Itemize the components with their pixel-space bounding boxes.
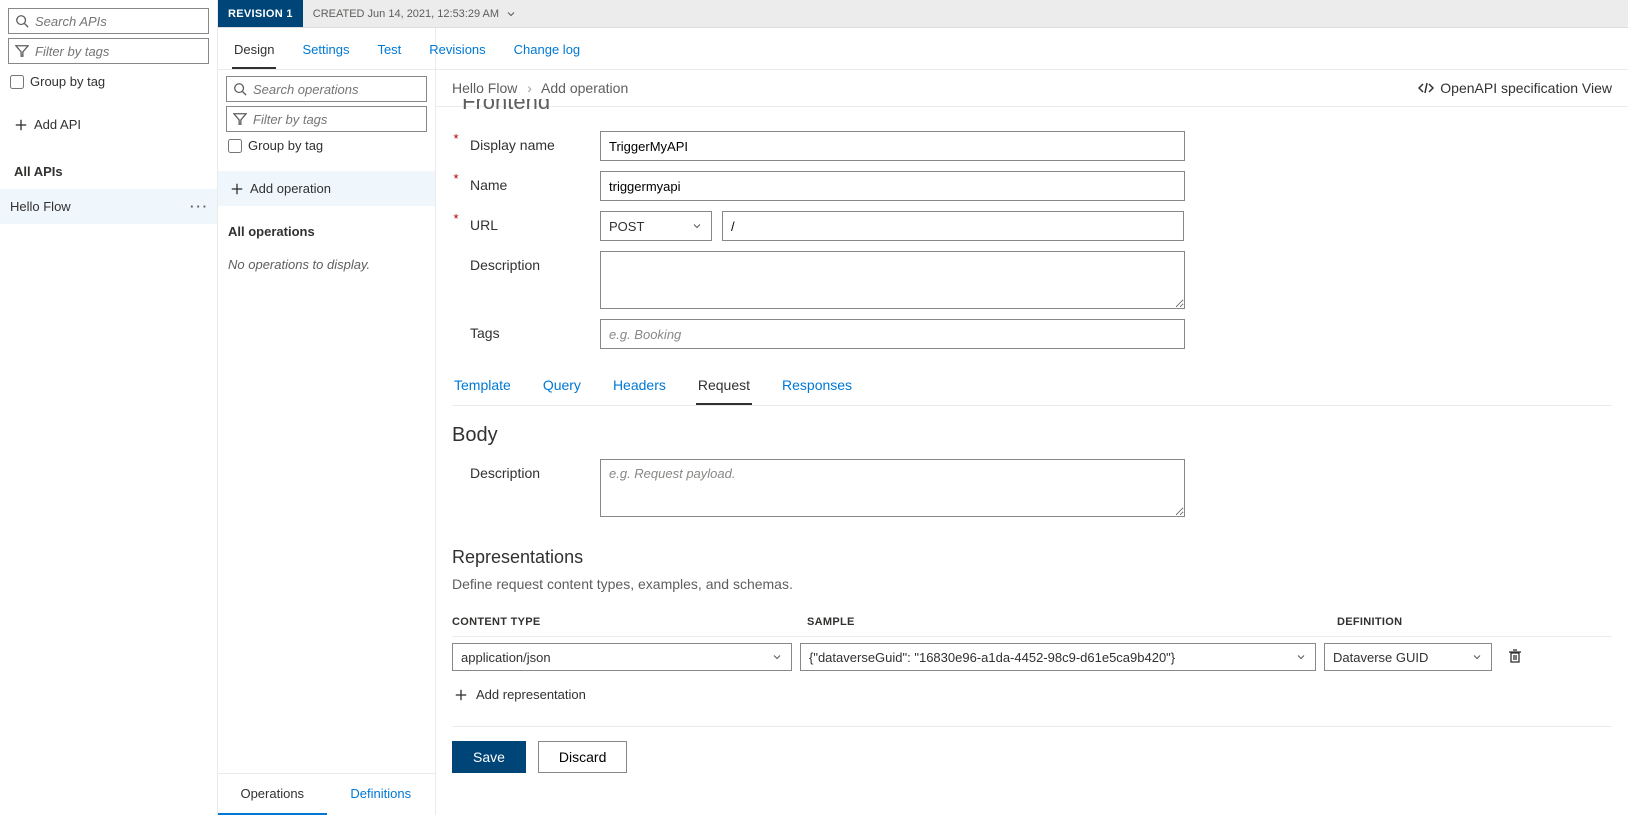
body-heading: Body: [452, 424, 1612, 447]
breadcrumb-current: Add operation: [541, 80, 628, 96]
name-input[interactable]: [600, 171, 1185, 201]
revision-created[interactable]: CREATED Jun 14, 2021, 12:53:29 AM: [303, 8, 527, 20]
group-by-tag-apis-label: Group by tag: [30, 74, 105, 89]
tab-revisions[interactable]: Revisions: [427, 38, 487, 69]
search-apis-box[interactable]: [8, 8, 209, 34]
label-tags: Tags: [470, 319, 600, 341]
col-sample: SAMPLE: [807, 616, 1337, 628]
col-content-type: CONTENT TYPE: [452, 616, 807, 628]
content-type-combo[interactable]: application/json: [452, 643, 792, 671]
subtab-responses[interactable]: Responses: [780, 371, 854, 405]
chevron-down-icon: [691, 220, 703, 232]
definition-combo[interactable]: Dataverse GUID: [1324, 643, 1492, 671]
tab-changelog[interactable]: Change log: [512, 38, 583, 69]
tab-test[interactable]: Test: [375, 38, 403, 69]
subtab-headers[interactable]: Headers: [611, 371, 668, 405]
api-item-hello-flow[interactable]: Hello Flow ···: [0, 189, 217, 224]
filter-tags-apis-box[interactable]: [8, 38, 209, 64]
sample-combo[interactable]: {"dataverseGuid": "16830e96-a1da-4452-98…: [800, 643, 1316, 671]
operation-subtabs: Template Query Headers Request Responses: [452, 371, 1612, 406]
save-button[interactable]: Save: [452, 741, 526, 773]
label-description: Description: [470, 251, 600, 273]
representations-header: CONTENT TYPE SAMPLE DEFINITION: [452, 608, 1612, 637]
chevron-down-icon: [771, 651, 783, 663]
search-icon: [15, 14, 29, 28]
apis-sidebar: Group by tag Add API All APIs Hello Flow…: [0, 0, 218, 815]
subtab-request[interactable]: Request: [696, 371, 752, 405]
label-body-description: Description: [470, 459, 600, 481]
plus-icon: [14, 118, 28, 132]
label-display-name: Display name: [470, 131, 600, 153]
discard-button[interactable]: Discard: [538, 741, 627, 773]
display-name-input[interactable]: [600, 131, 1185, 161]
representations-heading: Representations: [452, 547, 1612, 568]
required-marker: *: [452, 131, 460, 146]
all-apis-heading[interactable]: All APIs: [8, 158, 209, 189]
breadcrumb: Hello Flow › Add operation: [452, 80, 628, 96]
breadcrumb-api[interactable]: Hello Flow: [452, 80, 517, 96]
method-select[interactable]: POST: [600, 211, 712, 241]
main-tabs: Design Settings Test Revisions Change lo…: [218, 28, 1628, 70]
add-api-label: Add API: [34, 117, 81, 132]
code-icon: [1418, 80, 1434, 96]
revision-bar: REVISION 1 CREATED Jun 14, 2021, 12:53:2…: [218, 0, 1628, 28]
group-by-tag-apis-checkbox[interactable]: [10, 75, 24, 89]
group-by-tag-apis[interactable]: Group by tag: [10, 74, 207, 89]
filter-icon: [15, 44, 29, 58]
body-description-input[interactable]: [600, 459, 1185, 517]
api-item-label: Hello Flow: [10, 199, 71, 214]
delete-representation-button[interactable]: [1500, 648, 1530, 667]
label-url: URL: [470, 211, 600, 233]
filter-tags-apis-input[interactable]: [35, 44, 202, 59]
plus-icon: [454, 688, 468, 702]
tags-input[interactable]: [600, 319, 1185, 349]
add-api-button[interactable]: Add API: [8, 109, 209, 140]
subtab-query[interactable]: Query: [541, 371, 583, 405]
tab-settings[interactable]: Settings: [300, 38, 351, 69]
more-icon[interactable]: ···: [190, 199, 209, 214]
main-panel: REVISION 1 CREATED Jun 14, 2021, 12:53:2…: [218, 0, 1628, 815]
representations-help: Define request content types, examples, …: [452, 576, 1612, 592]
chevron-down-icon: [1295, 651, 1307, 663]
trash-icon: [1507, 648, 1523, 664]
tab-design[interactable]: Design: [232, 38, 276, 69]
breadcrumb-sep: ›: [527, 80, 532, 96]
required-marker: *: [452, 171, 460, 186]
representation-row: application/json {"dataverseGuid": "1683…: [452, 637, 1612, 677]
openapi-view-link[interactable]: OpenAPI specification View: [1418, 80, 1612, 96]
frontend-heading: Frontend: [462, 99, 1612, 117]
revision-badge[interactable]: REVISION 1: [218, 0, 303, 27]
chevron-down-icon: [1471, 651, 1483, 663]
url-input[interactable]: [722, 211, 1184, 241]
label-name: Name: [470, 171, 600, 193]
chevron-down-icon: [505, 8, 517, 20]
add-representation-button[interactable]: Add representation: [452, 677, 1612, 712]
description-input[interactable]: [600, 251, 1185, 309]
required-marker: *: [452, 211, 460, 226]
search-apis-input[interactable]: [35, 14, 202, 29]
subtab-template[interactable]: Template: [452, 371, 513, 405]
col-definition: DEFINITION: [1337, 616, 1612, 628]
form-actions: Save Discard: [452, 726, 1612, 773]
